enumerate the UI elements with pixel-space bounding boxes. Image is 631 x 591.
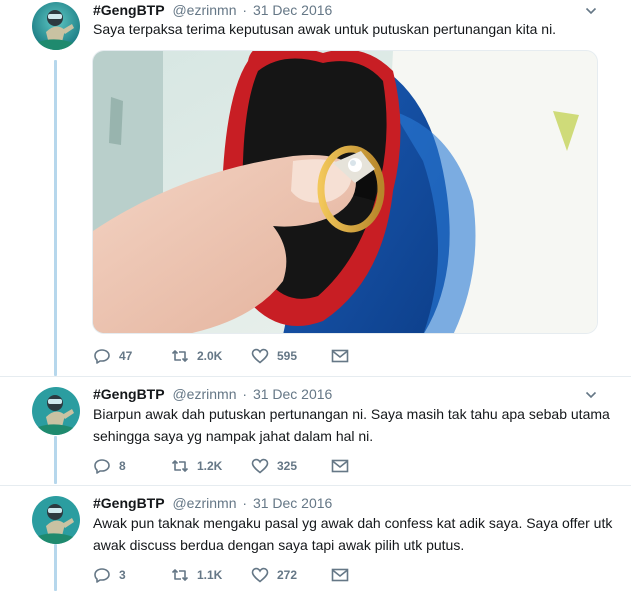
retweet-button[interactable]: 1.2K xyxy=(171,457,222,475)
tweet[interactable]: #GengBTP @ezrinmn · 31 Dec 2016 Saya ter… xyxy=(0,0,631,376)
display-name[interactable]: #GengBTP xyxy=(93,386,165,402)
reply-button[interactable]: 47 xyxy=(93,347,132,365)
reply-button[interactable]: 8 xyxy=(93,457,126,475)
retweet-icon xyxy=(171,347,189,365)
avatar-image xyxy=(32,496,80,544)
reply-count: 47 xyxy=(119,349,133,363)
tweet-text: Biarpun awak dah putuskan pertunangan ni… xyxy=(93,406,610,444)
avatar[interactable] xyxy=(32,496,80,544)
separator: · xyxy=(242,386,248,402)
chevron-down-icon[interactable] xyxy=(585,388,597,400)
retweet-count: 2.0K xyxy=(197,349,223,363)
retweet-icon xyxy=(171,457,189,475)
tweet-header: #GengBTP @ezrinmn · 31 Dec 2016 xyxy=(93,384,332,404)
retweet-count: 1.2K xyxy=(197,459,223,473)
like-button[interactable]: 595 xyxy=(251,347,297,365)
user-handle[interactable]: @ezrinmn xyxy=(172,386,236,402)
message-button[interactable] xyxy=(331,347,357,365)
ring-photo xyxy=(93,51,597,333)
retweet-button[interactable]: 1.1K xyxy=(171,566,222,584)
tweet[interactable]: #GengBTP @ezrinmn · 31 Dec 2016 Awak pun… xyxy=(0,486,631,591)
tweet-text: Saya terpaksa terima keputusan awak untu… xyxy=(93,21,557,37)
envelope-icon xyxy=(331,566,349,584)
avatar-image xyxy=(32,2,80,50)
tweet-header: #GengBTP @ezrinmn · 31 Dec 2016 xyxy=(93,0,332,20)
reply-icon xyxy=(93,347,111,365)
reply-count: 8 xyxy=(119,459,126,473)
avatar[interactable] xyxy=(32,387,80,435)
like-count: 272 xyxy=(277,568,298,582)
tweet-text: Awak pun taknak mengaku pasal yg awak da… xyxy=(93,515,613,553)
envelope-icon xyxy=(331,457,349,475)
envelope-icon xyxy=(331,347,349,365)
reply-button[interactable]: 3 xyxy=(93,566,126,584)
reply-icon xyxy=(93,457,111,475)
separator: · xyxy=(242,495,248,511)
retweet-button[interactable]: 2.0K xyxy=(171,347,222,365)
heart-icon xyxy=(251,347,269,365)
like-count: 325 xyxy=(277,459,298,473)
retweet-count: 1.1K xyxy=(197,568,223,582)
display-name[interactable]: #GengBTP xyxy=(93,2,165,18)
heart-icon xyxy=(251,566,269,584)
user-handle[interactable]: @ezrinmn xyxy=(172,2,236,18)
tweet-date[interactable]: 31 Dec 2016 xyxy=(253,386,332,402)
chevron-down-icon[interactable] xyxy=(585,4,597,16)
display-name[interactable]: #GengBTP xyxy=(93,495,165,511)
heart-icon xyxy=(251,457,269,475)
like-button[interactable]: 325 xyxy=(251,457,297,475)
tweet-header: #GengBTP @ezrinmn · 31 Dec 2016 xyxy=(93,493,332,513)
avatar[interactable] xyxy=(32,2,80,50)
reply-count: 3 xyxy=(119,568,126,582)
reply-icon xyxy=(93,566,111,584)
like-count: 595 xyxy=(277,349,298,363)
tweet-photo[interactable] xyxy=(92,50,598,334)
tweet-date[interactable]: 31 Dec 2016 xyxy=(253,495,332,511)
message-button[interactable] xyxy=(331,457,357,475)
tweet-date[interactable]: 31 Dec 2016 xyxy=(253,2,332,18)
like-button[interactable]: 272 xyxy=(251,566,297,584)
separator: · xyxy=(242,2,248,18)
retweet-icon xyxy=(171,566,189,584)
message-button[interactable] xyxy=(331,566,357,584)
tweet[interactable]: #GengBTP @ezrinmn · 31 Dec 2016 Biarpun … xyxy=(0,377,631,485)
user-handle[interactable]: @ezrinmn xyxy=(172,495,236,511)
avatar-image xyxy=(32,387,80,435)
